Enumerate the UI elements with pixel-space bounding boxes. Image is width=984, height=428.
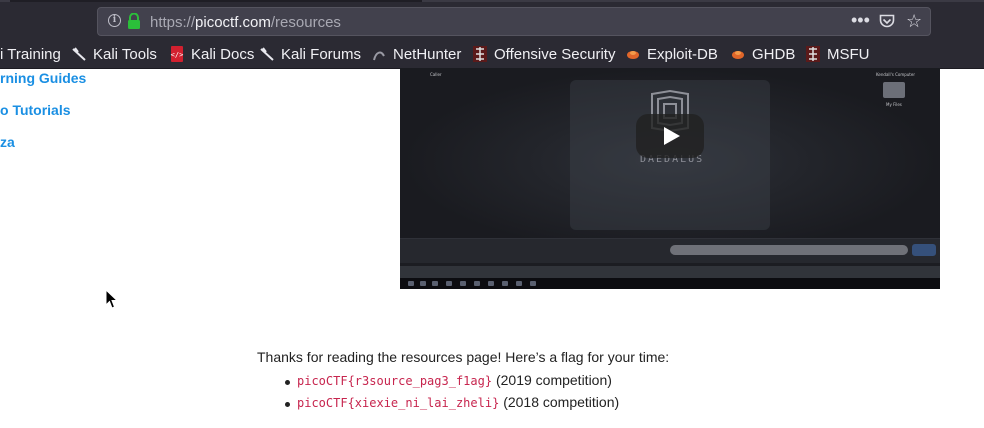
bookmark-kali-docs[interactable]: </> Kali Docs [170,44,255,64]
offsec-icon [806,46,820,62]
exploitdb-icon [627,51,639,59]
video-chat-input [670,245,908,255]
bookmarks-toolbar: i Training Kali Tools </> Kali Docs Kali… [0,42,984,66]
tab-strip-edge [0,0,984,2]
bookmark-ghdb[interactable]: GHDB [731,44,795,64]
svg-text:</>: </> [171,51,184,59]
flag-note: (2019 competition) [495,372,612,388]
flag-intro-text: Thanks for reading the resources page! H… [257,349,670,365]
bookmark-label: i Training [0,45,61,63]
video-status-bar [400,266,940,278]
video-player[interactable]: Caller Kendall's Computer My Files DAEDA… [400,68,940,289]
bookmark-kali-tools[interactable]: Kali Tools [72,44,157,64]
pocket-icon[interactable] [879,14,895,29]
bookmark-exploit-db[interactable]: Exploit-DB [626,44,718,64]
mouse-cursor-icon [105,289,118,309]
kali-dragon-icon [72,47,86,61]
bookmark-label: Kali Docs [191,45,255,63]
bookmark-label: NetHunter [393,45,462,63]
list-item: picoCTF{r3source_pag3_f1ag} (2019 compet… [283,372,619,394]
play-button[interactable] [636,114,704,158]
kali-dragon-icon [260,47,274,61]
bookmark-kali-training[interactable]: i Training [0,44,61,64]
bookmark-msfu[interactable]: MSFU [806,44,870,64]
flag-code: picoCTF{xiexie_ni_lai_zheli} [297,396,500,410]
bookmark-label: Exploit-DB [647,45,718,63]
address-bar[interactable]: i https://picoctf.com/resources ••• ☆ [97,7,931,36]
offsec-icon [473,46,487,62]
page-actions-icon[interactable]: ••• [851,10,870,31]
play-icon [664,127,680,145]
exploitdb-icon [732,51,744,59]
desktop-computer-label: Kendall's Computer [876,72,915,77]
bookmark-label: Offensive Security [494,45,616,63]
sidebar-link-video-tutorials[interactable]: o Tutorials [0,102,71,118]
browser-toolbar: i https://picoctf.com/resources ••• ☆ i … [0,0,984,69]
site-info-icon[interactable]: i [108,14,121,27]
url-text[interactable]: https://picoctf.com/resources [150,14,341,31]
bookmark-label: MSFU [827,45,870,63]
lock-icon[interactable] [127,13,141,29]
bookmark-kali-forums[interactable]: Kali Forums [260,44,361,64]
bookmark-label: Kali Tools [93,45,157,63]
kali-docs-icon: </> [171,46,184,62]
list-item: picoCTF{xiexie_ni_lai_zheli} (2018 compe… [283,394,619,416]
folder-icon [883,82,905,98]
sidebar-link-learning-guides[interactable]: rning Guides [0,70,86,86]
bookmark-label: GHDB [752,45,796,63]
flag-list: picoCTF{r3source_pag3_f1ag} (2019 compet… [283,372,619,416]
desktop-caller-label: Caller [430,72,442,77]
video-chat-bar [400,238,940,263]
bookmark-nethunter[interactable]: NetHunter [372,44,461,64]
sidebar-link-piazza[interactable]: za [0,134,15,150]
desktop-folder-label: My Files [886,102,902,107]
flag-note: (2018 competition) [503,394,620,410]
bookmark-label: Kali Forums [281,45,362,63]
bookmark-star-icon[interactable]: ☆ [906,11,922,32]
flag-code: picoCTF{r3source_pag3_f1ag} [297,374,493,388]
video-taskbar [400,278,940,289]
bookmark-offensive-security[interactable]: Offensive Security [473,44,615,64]
video-chat-send [912,244,936,256]
nethunter-icon [373,51,385,61]
